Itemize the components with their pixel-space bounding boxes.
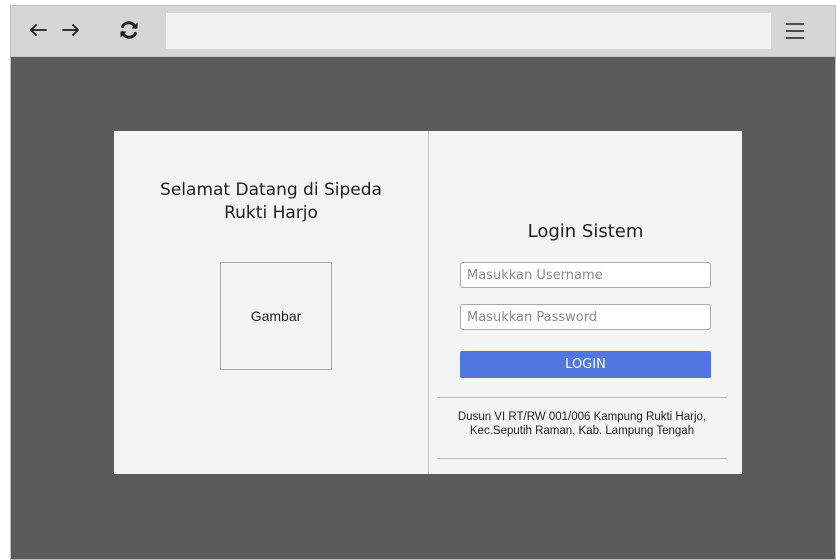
back-button[interactable]: [24, 15, 52, 45]
username-input[interactable]: [460, 262, 711, 288]
forward-button[interactable]: [57, 15, 85, 45]
vertical-divider: [428, 131, 429, 474]
password-input[interactable]: [460, 304, 711, 330]
address-text: Dusun VI RT/RW 001/006 Kampung Rukti Har…: [437, 410, 727, 438]
address-bar[interactable]: [166, 13, 771, 49]
browser-window: Selamat Datang di Sipeda Rukti Harjo Gam…: [10, 5, 836, 560]
address-top-divider: [437, 397, 727, 398]
arrow-right-icon: [62, 24, 79, 36]
arrow-left-icon: [30, 24, 47, 36]
image-placeholder: Gambar: [220, 262, 332, 370]
welcome-line-1: Selamat Datang di Sipeda: [160, 180, 382, 200]
image-placeholder-label: Gambar: [250, 308, 302, 324]
address-bottom-divider: [437, 458, 727, 459]
refresh-icon: [120, 21, 138, 39]
login-card: Selamat Datang di Sipeda Rukti Harjo Gam…: [114, 131, 742, 474]
address-line-2: Kec.Seputih Raman, Kab. Lampung Tengah: [469, 425, 695, 437]
browser-toolbar: [11, 6, 835, 57]
menu-button[interactable]: [782, 18, 808, 44]
login-title: Login Sistem: [527, 221, 644, 242]
welcome-line-2: Rukti Harjo: [224, 203, 318, 223]
hamburger-menu-icon: [786, 23, 804, 39]
reload-button[interactable]: [115, 15, 143, 45]
welcome-heading: Selamat Datang di Sipeda Rukti Harjo: [136, 179, 406, 225]
address-line-1: Dusun VI RT/RW 001/006 Kampung Rukti Har…: [457, 411, 707, 423]
login-button[interactable]: LOGIN: [460, 351, 711, 378]
